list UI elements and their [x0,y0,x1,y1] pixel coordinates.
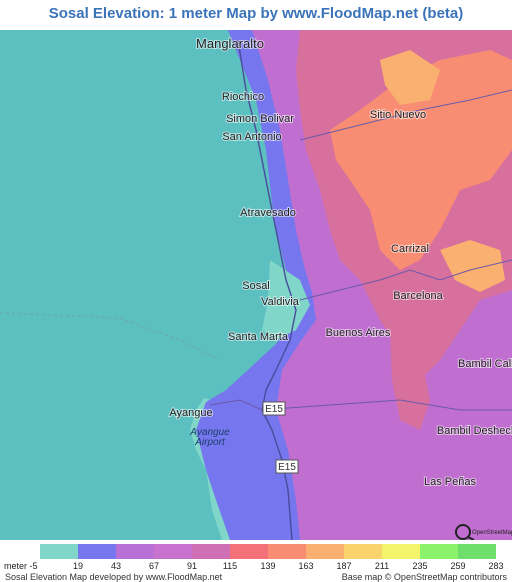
legend-tick-label: 235 [412,561,428,571]
legend-swatch [382,544,420,559]
legend-tick-label: 91 [186,561,198,571]
place-label: Sitio Nuevo [370,109,426,121]
legend-color-scale [40,544,496,559]
place-label: San Antonio [222,131,281,143]
place-label: Buenos Aires [326,327,391,339]
airport-label: Ayangue Airport [189,427,230,448]
svg-text:Airport: Airport [194,437,226,448]
place-label: Santa Marta [228,331,289,343]
place-label: Las Peñas [424,476,476,488]
legend-swatch [40,544,78,559]
place-label: Bambil Callao [458,358,512,370]
place-label: Ayangue [169,407,212,419]
legend-swatch [116,544,154,559]
legend-swatch [420,544,458,559]
road-shield-e15-north: E15 [262,401,286,416]
road-shield-e15-south: E15 [275,459,299,474]
elevation-map[interactable]: E15 E15 Manglaralto Riochico Simon Bolivar… [0,30,512,540]
svg-text:E15: E15 [265,404,283,415]
legend-swatch [268,544,306,559]
legend-swatch [344,544,382,559]
legend-swatch [230,544,268,559]
svg-text:OpenStreetMap: OpenStreetMap [472,530,512,536]
legend-tick-label: 211 [374,561,390,571]
legend-tick-label: 259 [450,561,466,571]
legend-tick-label: 67 [148,561,160,571]
credit-osm: Base map © OpenStreetMap contributors [341,572,507,582]
map-title: Sosal Elevation: 1 meter Map by www.Floo… [48,5,464,22]
legend-tick-label: 139 [260,561,276,571]
elevation-map-canvas: E15 E15 Manglaralto Riochico Simon Bolivar… [0,30,512,540]
place-label: Manglaralto [196,36,264,51]
legend-swatch [78,544,116,559]
credit-floodmap: Sosal Elevation Map developed by www.Flo… [5,572,223,582]
legend-tick-label: 163 [298,561,314,571]
place-label: Valdivia [261,296,300,308]
legend-swatch [458,544,496,559]
legend-tick-label: meter -5 [4,561,38,571]
place-label: Bambil Deshecho [437,425,512,437]
place-label: Simon Bolivar [226,113,294,125]
legend-tick-label: 187 [336,561,352,571]
credits: Sosal Elevation Map developed by www.Flo… [0,572,512,582]
legend-tick-label: 115 [222,561,238,571]
place-label: Riochico [222,91,264,103]
place-label: Carrizal [391,243,429,255]
elevation-legend: meter -5 19 43 67 91 115 139 163 187 211 235 259 283… [0,540,512,582]
legend-tick-label: 283 [488,561,504,571]
legend-tick-label: 19 [72,561,84,571]
svg-text:E15: E15 [278,462,296,473]
legend-swatch [306,544,344,559]
legend-swatch [192,544,230,559]
place-label: Barcelona [393,290,443,302]
place-label: Atravesado [240,207,296,219]
place-label: Sosal [242,280,270,292]
legend-tick-label: 43 [110,561,122,571]
legend-swatch [154,544,192,559]
